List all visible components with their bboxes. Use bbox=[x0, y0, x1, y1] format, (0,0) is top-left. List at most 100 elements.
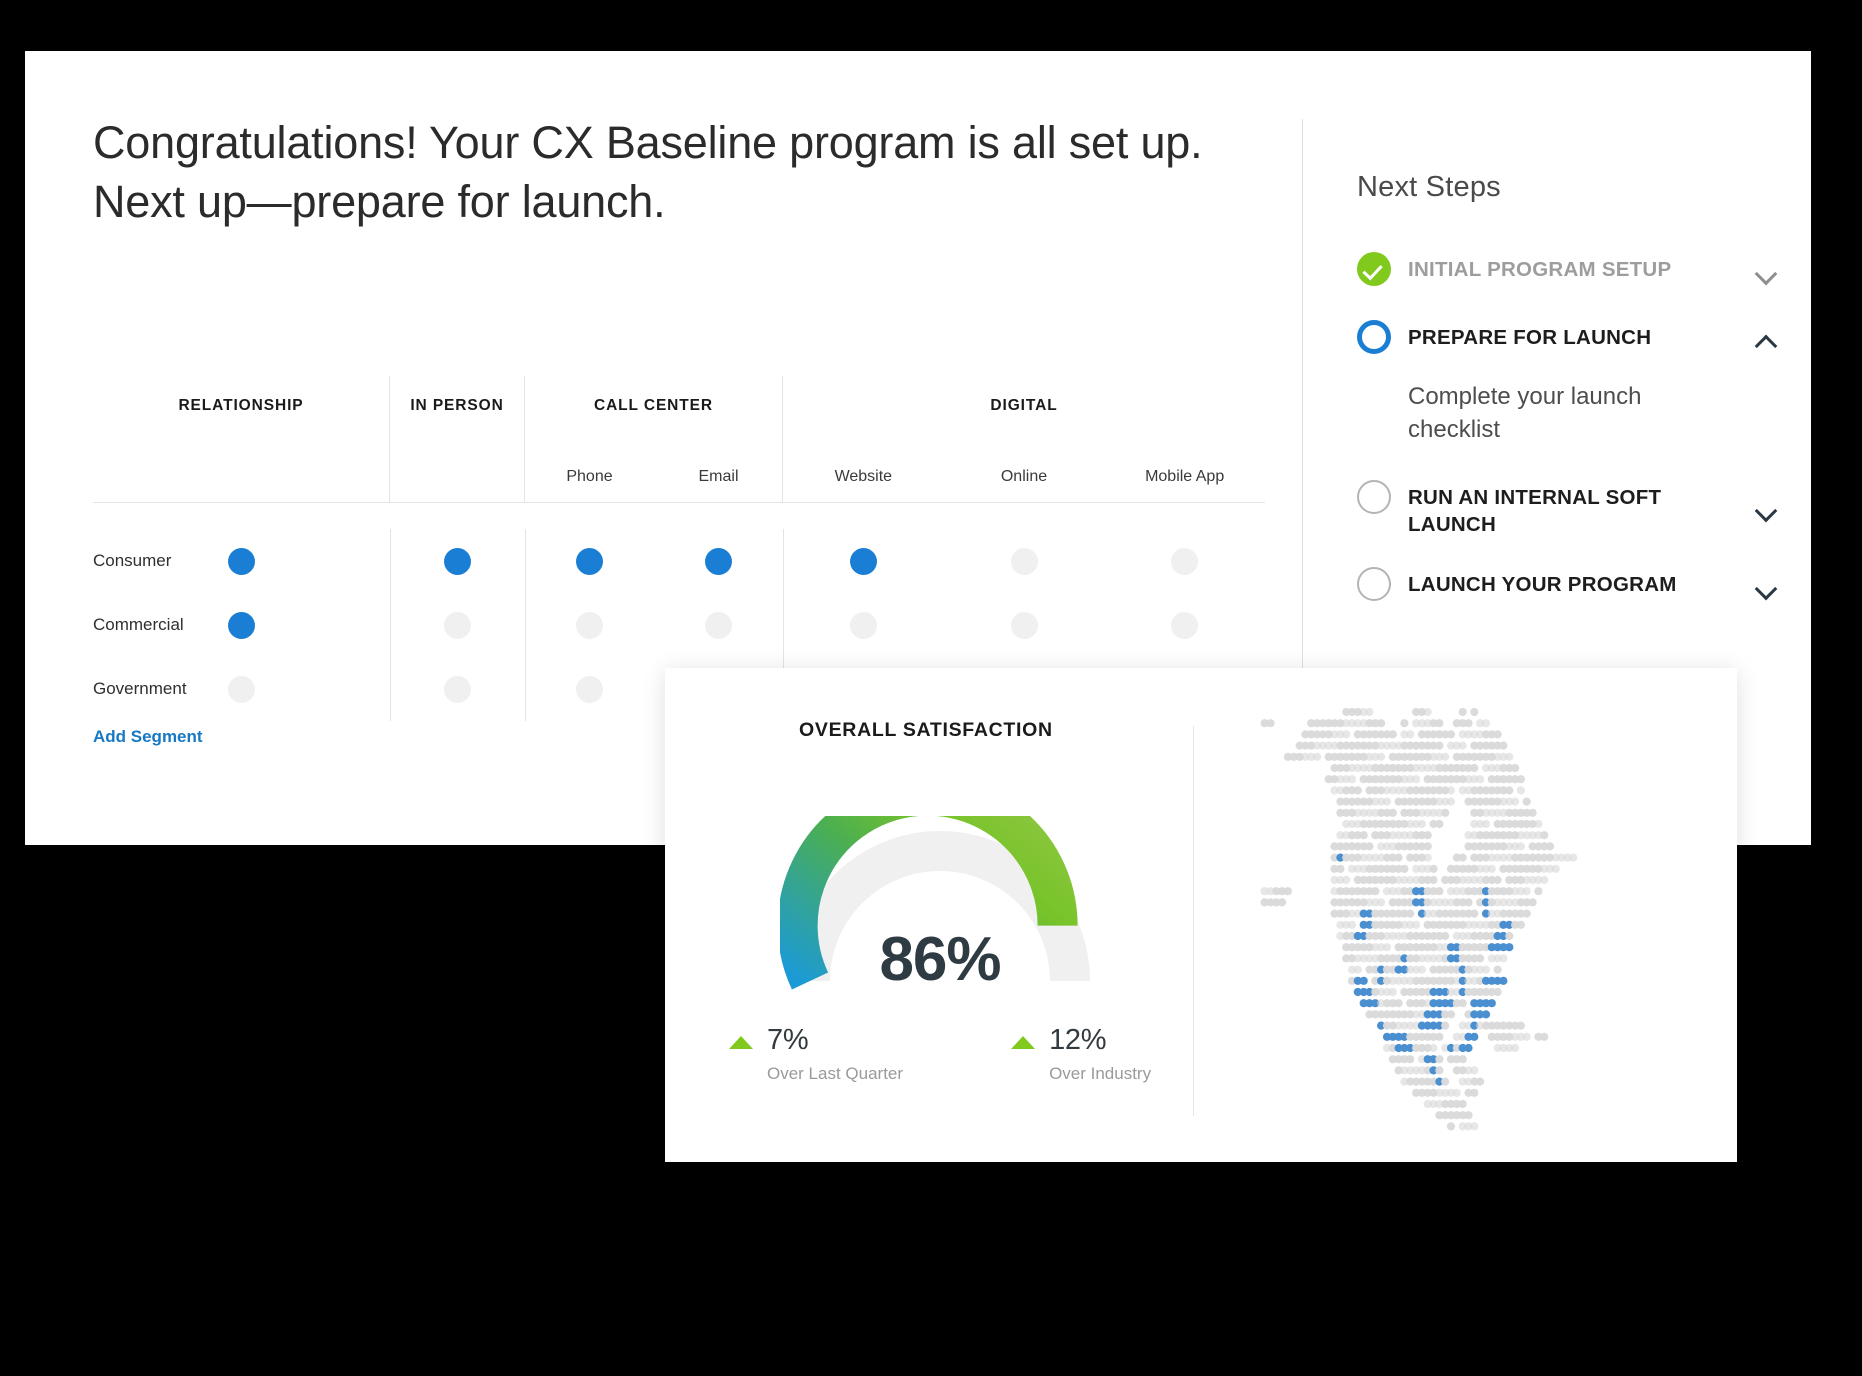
map-dot bbox=[1516, 775, 1525, 784]
map-dot bbox=[1435, 719, 1444, 728]
chevron-down-icon[interactable] bbox=[1755, 261, 1777, 283]
map-dot bbox=[1516, 1021, 1525, 1030]
next-steps-item-3[interactable]: LAUNCH YOUR PROGRAM bbox=[1357, 566, 1777, 607]
matrix-cell-dot[interactable] bbox=[576, 611, 603, 639]
screen-root: Congratulations! Your CX Baseline progra… bbox=[0, 0, 1862, 1376]
map-dot bbox=[1499, 741, 1508, 750]
metrics-row: 7% Over Last Quarter 12% Over Industry bbox=[729, 1026, 1151, 1084]
chevron-up-icon[interactable] bbox=[1755, 329, 1777, 351]
map-dot bbox=[1470, 707, 1479, 717]
table-row: Commercial bbox=[93, 593, 1265, 657]
matrix-cell-dot[interactable] bbox=[849, 611, 877, 639]
matrix-subheader: Online bbox=[1000, 468, 1048, 485]
map-dot bbox=[1505, 752, 1514, 761]
map-dot bbox=[1283, 887, 1292, 896]
metric-caption: Over Last Quarter bbox=[767, 1064, 904, 1083]
map-dot bbox=[1534, 887, 1543, 896]
next-steps-item-2[interactable]: RUN AN INTERNAL SOFT LAUNCH bbox=[1357, 480, 1777, 539]
matrix-cell-dot[interactable] bbox=[849, 547, 877, 575]
active-circle-icon bbox=[1357, 320, 1391, 354]
matrix-subheader: Phone bbox=[566, 468, 613, 485]
map-dot bbox=[1446, 797, 1456, 806]
matrix-subheader: Mobile App bbox=[1145, 468, 1225, 485]
matrix-cell-dot[interactable] bbox=[1010, 611, 1038, 639]
map-dot bbox=[1487, 864, 1496, 873]
matrix-cell-dot[interactable] bbox=[705, 547, 732, 575]
matrix-group-relationship: RELATIONSHIP bbox=[93, 376, 390, 503]
map-dot bbox=[1505, 786, 1514, 795]
matrix-cell-dot[interactable] bbox=[228, 611, 255, 639]
matrix-cell-dot[interactable] bbox=[1171, 611, 1199, 639]
metric-1: 12% Over Industry bbox=[1011, 1026, 1151, 1084]
chevron-down-icon[interactable] bbox=[1755, 498, 1777, 520]
map-dot bbox=[1441, 752, 1450, 761]
matrix-cell-dot[interactable] bbox=[228, 547, 255, 575]
map-dot bbox=[1435, 741, 1444, 750]
arrow-up-icon bbox=[1011, 1036, 1036, 1049]
map-dot bbox=[1476, 775, 1485, 784]
map-dot bbox=[1493, 875, 1502, 885]
table-row: Consumer bbox=[93, 529, 1265, 593]
map-dot-highlight bbox=[1487, 999, 1496, 1008]
metric-value: 12% bbox=[1049, 1024, 1107, 1056]
map-dot bbox=[1423, 831, 1432, 840]
map-dot bbox=[1446, 786, 1456, 795]
matrix-cell-dot[interactable] bbox=[576, 675, 603, 703]
next-steps-panel: Next Steps INITIAL PROGRAM SETUP PREPARE … bbox=[1357, 171, 1777, 635]
next-steps-item-label: PREPARE FOR LAUNCH bbox=[1408, 326, 1652, 349]
map-dot bbox=[1429, 864, 1438, 873]
matrix-cell-dot[interactable] bbox=[705, 611, 732, 639]
matrix-column-divider bbox=[525, 529, 526, 721]
matrix-cell-dot[interactable] bbox=[444, 675, 471, 703]
map-dot bbox=[1522, 887, 1531, 896]
map-dot bbox=[1528, 898, 1537, 907]
metric-value: 7% bbox=[767, 1024, 809, 1056]
map-dot bbox=[1441, 1021, 1450, 1030]
map-dot bbox=[1499, 954, 1508, 963]
empty-circle-icon bbox=[1357, 480, 1391, 515]
card-vertical-divider bbox=[1193, 726, 1194, 1116]
map-dot bbox=[1423, 842, 1432, 851]
matrix-cell-dot[interactable] bbox=[444, 611, 471, 639]
map-dot bbox=[1388, 730, 1397, 739]
matrix-cell-dot[interactable] bbox=[228, 675, 255, 703]
map-dot bbox=[1528, 808, 1537, 817]
satisfaction-card: OVERALL SATISFACTION 86% 7% Over Last Qu… bbox=[665, 668, 1737, 1162]
map-dot-highlight bbox=[1470, 1032, 1479, 1041]
map-dot bbox=[1412, 775, 1421, 784]
matrix-cell-dot[interactable] bbox=[1171, 547, 1199, 575]
map-dot bbox=[1481, 719, 1491, 728]
map-dot-highlight bbox=[1481, 1010, 1491, 1019]
map-dot bbox=[1493, 987, 1502, 997]
map-dot bbox=[1569, 853, 1578, 862]
matrix-cell-dot[interactable] bbox=[576, 547, 603, 575]
add-segment-link[interactable]: Add Segment bbox=[93, 727, 203, 747]
map-dot bbox=[1441, 808, 1450, 817]
map-dot bbox=[1470, 763, 1479, 773]
map-dot bbox=[1406, 730, 1415, 739]
matrix-cell-dot[interactable] bbox=[444, 547, 471, 575]
map-dot bbox=[1522, 1032, 1531, 1041]
map-dot bbox=[1394, 999, 1403, 1008]
dot-map-svg bbox=[1260, 707, 1578, 1131]
matrix-cell-dot[interactable] bbox=[1010, 547, 1038, 575]
map-dot bbox=[1540, 875, 1549, 885]
map-dot bbox=[1417, 965, 1426, 974]
metric-0: 7% Over Last Quarter bbox=[729, 1026, 903, 1084]
map-dot bbox=[1394, 853, 1403, 862]
next-steps-item-1[interactable]: PREPARE FOR LAUNCH bbox=[1357, 320, 1777, 360]
matrix-group-in-person: IN PERSON bbox=[390, 376, 525, 503]
map-dot bbox=[1458, 707, 1467, 717]
next-steps-item-0[interactable]: INITIAL PROGRAM SETUP bbox=[1357, 252, 1777, 292]
map-dot bbox=[1377, 898, 1386, 907]
map-dot bbox=[1511, 1043, 1520, 1053]
empty-circle-icon bbox=[1357, 566, 1391, 601]
map-dot-highlight bbox=[1499, 976, 1508, 985]
map-dot bbox=[1336, 864, 1345, 873]
chevron-down-icon[interactable] bbox=[1755, 576, 1777, 598]
next-steps-title: Next Steps bbox=[1357, 171, 1501, 203]
map-dot bbox=[1313, 752, 1322, 761]
map-dot bbox=[1435, 819, 1444, 829]
next-steps-item-description: Complete your launch checklist bbox=[1408, 383, 1642, 444]
map-dot bbox=[1458, 999, 1467, 1008]
